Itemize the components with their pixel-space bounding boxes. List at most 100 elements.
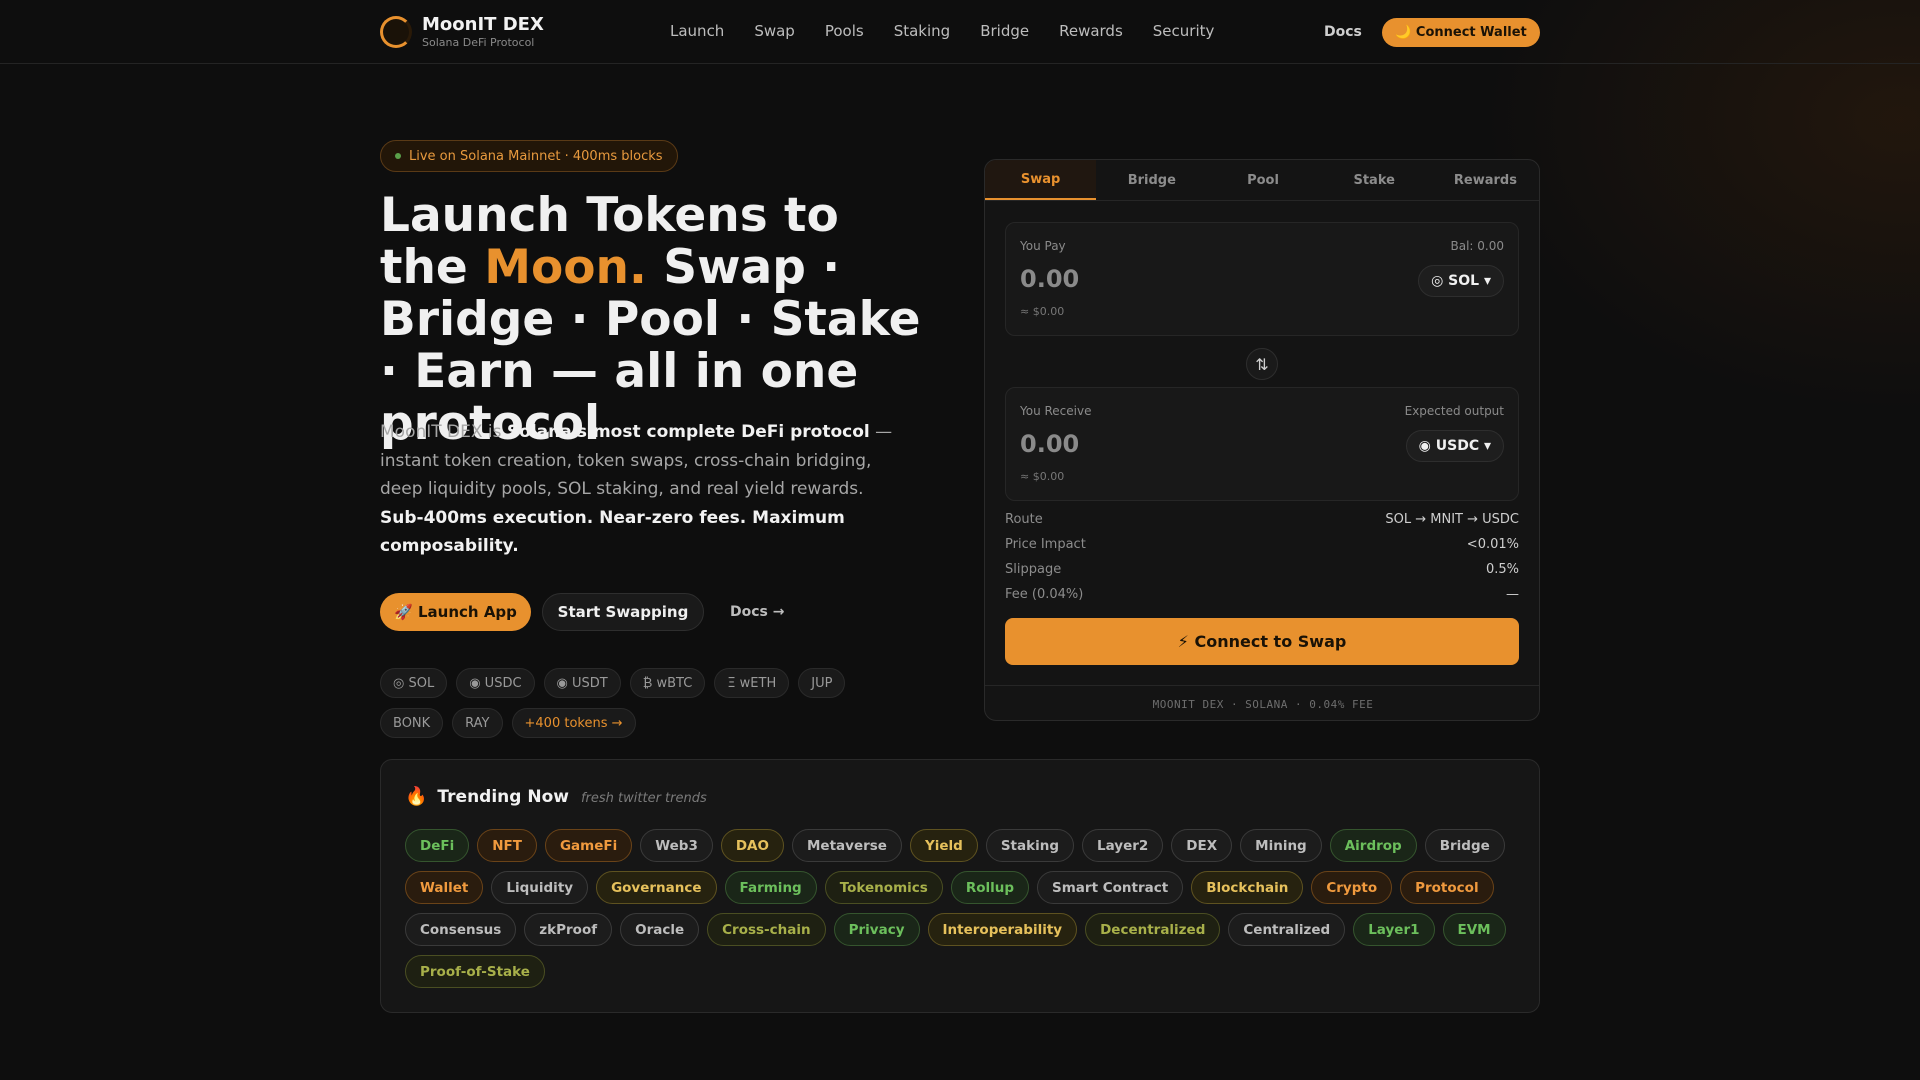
nav-link-rewards[interactable]: Rewards bbox=[1059, 22, 1123, 40]
connect-wallet-button[interactable]: 🌙 Connect Wallet bbox=[1382, 18, 1540, 47]
receive-usd-value: ≈ $0.00 bbox=[1020, 470, 1065, 483]
trending-tag[interactable]: Governance bbox=[596, 871, 717, 904]
pay-amount-input[interactable]: 0.00 bbox=[1020, 265, 1079, 293]
trending-tag[interactable]: Liquidity bbox=[491, 871, 589, 904]
hero-desc-text-1: MoonIT DEX is bbox=[380, 422, 507, 442]
supported-tokens: ◎ SOL ◉ USDC ◉ USDT ₿ wBTC Ξ wETH JUP BO… bbox=[380, 668, 920, 748]
trending-tag[interactable]: GameFi bbox=[544, 829, 633, 862]
trending-tag[interactable]: DeFi bbox=[405, 829, 470, 862]
trending-title: Trending Now bbox=[437, 787, 569, 807]
swap-card-footer: MOONIT DEX · SOLANA · 0.04% FEE bbox=[985, 685, 1539, 720]
pay-box: You Pay Bal: 0.00 0.00 ≈ $0.00 ◎ SOL ▾ bbox=[1005, 222, 1519, 336]
trending-tag[interactable]: Airdrop bbox=[1329, 829, 1417, 862]
token-chip[interactable]: ◉ USDT bbox=[543, 668, 621, 698]
trending-tag[interactable]: Tokenomics bbox=[824, 871, 943, 904]
receive-amount: 0.00 bbox=[1020, 430, 1080, 458]
brand-logo[interactable]: MoonIT DEX Solana DeFi Protocol bbox=[380, 14, 544, 50]
trending-tag[interactable]: Yield bbox=[909, 829, 978, 862]
nav-link-launch[interactable]: Launch bbox=[670, 22, 724, 40]
flip-direction-icon[interactable]: ⇅ bbox=[1246, 348, 1278, 380]
token-chip[interactable]: ◎ SOL bbox=[380, 668, 448, 698]
trending-tag[interactable]: EVM bbox=[1442, 913, 1506, 946]
detail-row-price-impact: Price Impact <0.01% bbox=[1005, 537, 1519, 562]
pay-usd-value: ≈ $0.00 bbox=[1020, 305, 1065, 318]
token-chip[interactable]: ₿ wBTC bbox=[629, 668, 706, 698]
fire-icon: 🔥 bbox=[405, 786, 428, 807]
trending-tag[interactable]: NFT bbox=[477, 829, 537, 862]
trending-tag[interactable]: Mining bbox=[1240, 829, 1322, 862]
nav-link-swap[interactable]: Swap bbox=[754, 22, 795, 40]
start-swapping-button[interactable]: Start Swapping bbox=[542, 593, 704, 631]
top-navbar: MoonIT DEX Solana DeFi Protocol Launch S… bbox=[0, 0, 1920, 64]
swap-details: Route SOL → MNIT → USDC Price Impact <0.… bbox=[1005, 512, 1519, 612]
launch-app-button[interactable]: 🚀 Launch App bbox=[380, 593, 531, 631]
trending-panel: 🔥 Trending Now fresh twitter trends DeFi… bbox=[380, 759, 1540, 1013]
trending-tag[interactable]: Layer2 bbox=[1081, 829, 1164, 862]
tab-stake[interactable]: Stake bbox=[1319, 160, 1430, 200]
swap-card: Swap Bridge Pool Stake Rewards You Pay B… bbox=[984, 159, 1540, 721]
detail-row-fee: Fee (0.04%) — bbox=[1005, 587, 1519, 612]
expected-output-label: Expected output bbox=[1404, 404, 1504, 418]
brand-name: MoonIT DEX bbox=[422, 14, 544, 35]
detail-row-route: Route SOL → MNIT → USDC bbox=[1005, 512, 1519, 537]
pay-label: You Pay bbox=[1020, 239, 1066, 253]
trending-tag[interactable]: Interoperability bbox=[927, 913, 1078, 946]
trending-tag[interactable]: Proof-of-Stake bbox=[405, 955, 545, 988]
token-chip[interactable]: JUP bbox=[798, 668, 846, 698]
trending-tag[interactable]: Smart Contract bbox=[1037, 871, 1184, 904]
hero-desc-bold-1: Solana's most complete DeFi protocol bbox=[506, 422, 870, 442]
trending-tag[interactable]: Protocol bbox=[1400, 871, 1494, 904]
trending-tag[interactable]: Layer1 bbox=[1353, 913, 1435, 946]
receive-token-select[interactable]: ◉ USDC ▾ bbox=[1405, 430, 1504, 462]
nav-link-bridge[interactable]: Bridge bbox=[980, 22, 1029, 40]
hero-desc-bold-2: Sub-400ms execution. Near-zero fees. Max… bbox=[380, 507, 845, 557]
tab-swap[interactable]: Swap bbox=[985, 160, 1097, 200]
trending-tag[interactable]: Decentralized bbox=[1085, 913, 1221, 946]
detail-value: SOL → MNIT → USDC bbox=[1385, 512, 1519, 527]
detail-value: — bbox=[1506, 587, 1519, 602]
nav-link-staking[interactable]: Staking bbox=[894, 22, 950, 40]
detail-key: Fee (0.04%) bbox=[1005, 587, 1084, 602]
hero-title-accent: Moon. bbox=[484, 240, 647, 295]
connect-to-swap-button[interactable]: ⚡ Connect to Swap bbox=[1005, 618, 1519, 665]
nav-docs-link[interactable]: Docs bbox=[1324, 24, 1362, 40]
trending-tag[interactable]: Privacy bbox=[833, 913, 920, 946]
moon-logo-icon bbox=[380, 16, 412, 48]
trending-tag[interactable]: Oracle bbox=[620, 913, 700, 946]
detail-key: Route bbox=[1005, 512, 1043, 527]
trending-tag[interactable]: Metaverse bbox=[791, 829, 902, 862]
trending-tag[interactable]: Farming bbox=[724, 871, 817, 904]
trending-tag[interactable]: Cross-chain bbox=[707, 913, 826, 946]
tab-pool[interactable]: Pool bbox=[1207, 160, 1318, 200]
trending-tag[interactable]: Staking bbox=[985, 829, 1074, 862]
trending-tag[interactable]: Centralized bbox=[1228, 913, 1346, 946]
tab-rewards[interactable]: Rewards bbox=[1430, 160, 1539, 200]
pay-token-select[interactable]: ◎ SOL ▾ bbox=[1418, 265, 1504, 297]
live-dot-icon bbox=[395, 153, 401, 159]
token-chip[interactable]: ◉ USDC bbox=[456, 668, 535, 698]
token-chip[interactable]: BONK bbox=[380, 708, 444, 738]
trending-tag[interactable]: DAO bbox=[720, 829, 784, 862]
token-chip[interactable]: RAY bbox=[452, 708, 503, 738]
trending-tag[interactable]: zkProof bbox=[524, 913, 613, 946]
trending-tags: DeFi NFT GameFi Web3 DAO Metaverse Yield Stakin… bbox=[405, 829, 1515, 997]
trending-tag[interactable]: Wallet bbox=[405, 871, 484, 904]
trending-tag[interactable]: Rollup bbox=[950, 871, 1030, 904]
more-tokens-link[interactable]: +400 tokens → bbox=[511, 708, 636, 738]
trending-tag[interactable]: Blockchain bbox=[1191, 871, 1304, 904]
hero-docs-link[interactable]: Docs → bbox=[730, 604, 784, 620]
trending-tag[interactable]: Consensus bbox=[405, 913, 517, 946]
tab-bridge[interactable]: Bridge bbox=[1096, 160, 1207, 200]
detail-value: 0.5% bbox=[1485, 562, 1519, 577]
token-chip[interactable]: Ξ wETH bbox=[714, 668, 790, 698]
nav-link-pools[interactable]: Pools bbox=[825, 22, 864, 40]
trending-tag[interactable]: Bridge bbox=[1424, 829, 1505, 862]
pay-balance: Bal: 0.00 bbox=[1450, 239, 1505, 253]
trending-tag[interactable]: Web3 bbox=[640, 829, 713, 862]
swap-tabs: Swap Bridge Pool Stake Rewards bbox=[985, 160, 1539, 201]
nav-link-security[interactable]: Security bbox=[1153, 22, 1215, 40]
live-status-badge: Live on Solana Mainnet · 400ms blocks bbox=[380, 140, 678, 172]
trending-tag[interactable]: Crypto bbox=[1311, 871, 1393, 904]
trending-subtitle: fresh twitter trends bbox=[580, 791, 707, 806]
trending-tag[interactable]: DEX bbox=[1171, 829, 1233, 862]
